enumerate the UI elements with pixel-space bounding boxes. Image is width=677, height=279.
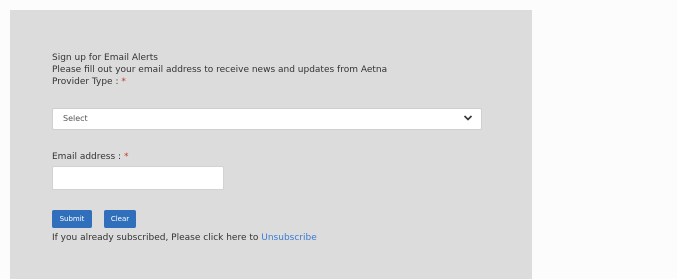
provider-type-required-mark: * [121,77,126,87]
unsubscribe-note-text: If you already subscribed, Please click … [52,233,262,243]
provider-type-label: Provider Type : * [52,76,492,88]
provider-type-selected-value: Select [63,114,88,123]
form-description: Please fill out your email address to re… [52,65,388,75]
form-heading: Sign up for Email Alerts [52,53,158,63]
clear-button[interactable]: Clear [104,210,136,228]
email-address-label-text: Email address : [52,152,124,162]
email-address-required-mark: * [123,152,129,162]
submit-button[interactable]: Submit [52,210,92,228]
unsubscribe-link[interactable]: Unsubscribe [261,233,317,243]
chevron-down-icon [463,115,473,121]
email-address-label: Email address : * [52,151,128,163]
email-alerts-form: Sign up for Email Alerts Please fill out… [52,52,492,243]
provider-type-label-text: Provider Type : [52,77,122,87]
email-alerts-panel: Sign up for Email Alerts Please fill out… [10,10,532,279]
email-address-input[interactable] [52,166,224,190]
unsubscribe-note: If you already subscribed, Please click … [52,232,317,244]
provider-type-select[interactable]: Select [52,108,482,130]
